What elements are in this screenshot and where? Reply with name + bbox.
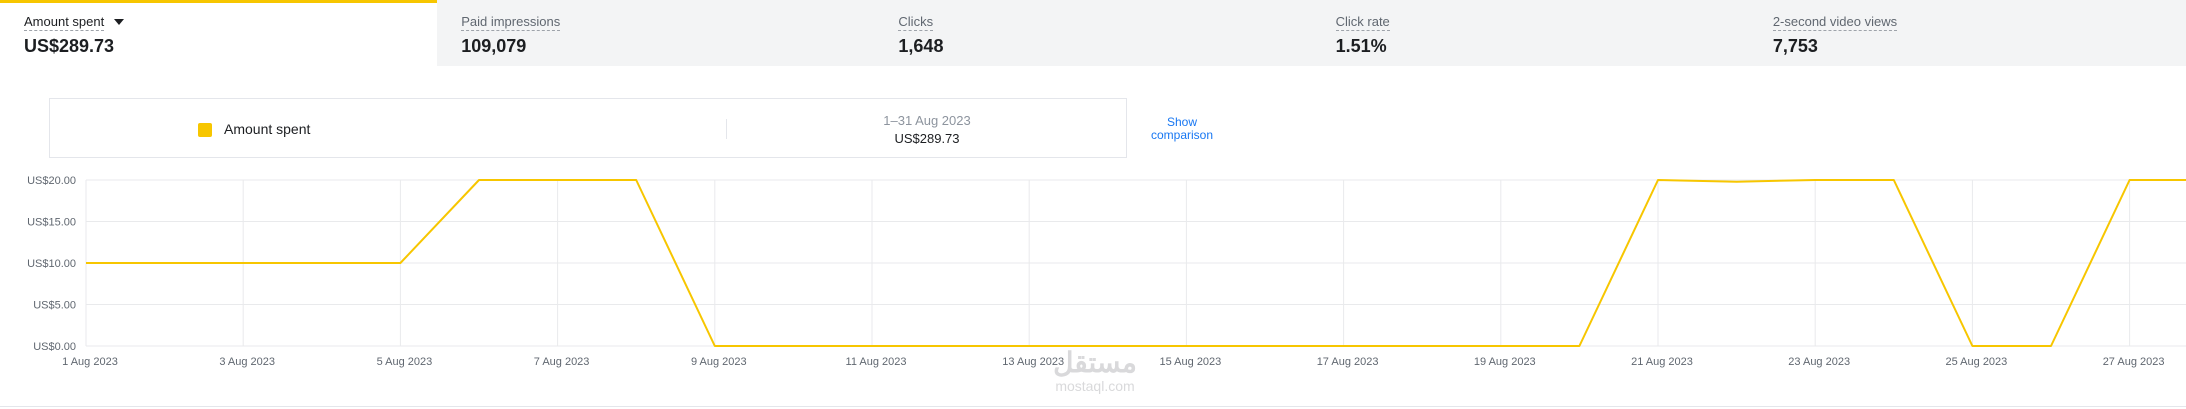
- metric-label: 2-second video views: [1772, 14, 1898, 31]
- metric-label: Amount spent: [24, 14, 105, 31]
- metric-label: Clicks: [898, 14, 934, 31]
- metric-value: 7,753: [1772, 36, 1818, 56]
- metric-label: Click rate: [1335, 14, 1390, 31]
- watermark-arabic: مستقل: [1053, 347, 1137, 378]
- caret-down-icon[interactable]: [114, 18, 125, 25]
- data-point[interactable]: [1024, 341, 1034, 351]
- data-point[interactable]: [710, 341, 720, 351]
- data-point[interactable]: [317, 258, 327, 268]
- data-point[interactable]: [2125, 175, 2135, 185]
- data-point[interactable]: [395, 258, 405, 268]
- data-point[interactable]: [788, 341, 798, 351]
- x-tick-label: 3 Aug 2023: [219, 356, 275, 368]
- legend-series-name: Amount spent: [224, 121, 311, 137]
- data-point[interactable]: [1181, 341, 1191, 351]
- x-tick-label: 5 Aug 2023: [377, 356, 433, 368]
- x-tick-label: 19 Aug 2023: [1474, 356, 1536, 368]
- data-point[interactable]: [1732, 177, 1742, 187]
- metric-value: US$289.73: [24, 36, 115, 56]
- data-point[interactable]: [631, 175, 641, 185]
- data-point[interactable]: [1496, 341, 1506, 351]
- y-tick-label: US$15.00: [27, 217, 76, 229]
- data-point[interactable]: [553, 175, 563, 185]
- metric-tab-paid-impressions[interactable]: Paid impressions 109,079: [437, 0, 874, 66]
- x-tick-label: 15 Aug 2023: [1160, 356, 1222, 368]
- x-tick-label: 25 Aug 2023: [1946, 356, 2008, 368]
- bottom-divider: [0, 406, 2186, 407]
- metric-tab-amount-spent[interactable]: Amount spent US$289.73: [0, 0, 438, 66]
- metric-value: 109,079: [461, 36, 527, 56]
- data-point[interactable]: [1260, 341, 1270, 351]
- metric-label: Paid impressions: [461, 14, 561, 31]
- data-point[interactable]: [1417, 341, 1427, 351]
- metric-value: 1,648: [898, 36, 944, 56]
- y-tick-label: US$5.00: [33, 300, 76, 312]
- legend-total: US$289.73: [894, 131, 960, 146]
- x-tick-label: 23 Aug 2023: [1788, 356, 1850, 368]
- y-tick-label: US$10.00: [27, 258, 76, 270]
- legend-date-range: 1–31 Aug 2023: [883, 113, 971, 128]
- data-point[interactable]: [1889, 175, 1899, 185]
- legend-swatch: [198, 123, 212, 137]
- data-point[interactable]: [160, 258, 170, 268]
- x-tick-label: 27 Aug 2023: [2103, 356, 2165, 368]
- data-point[interactable]: [1810, 175, 1820, 185]
- x-tick-label: 17 Aug 2023: [1317, 356, 1379, 368]
- x-tick-label: 7 Aug 2023: [534, 356, 590, 368]
- x-tick-label: 11 Aug 2023: [846, 356, 907, 368]
- data-point[interactable]: [1574, 341, 1584, 351]
- y-tick-label: US$20.00: [27, 175, 76, 187]
- show-comparison-link[interactable]: Show comparison: [1140, 116, 1224, 142]
- y-tick-label: US$0.00: [33, 341, 76, 353]
- data-point[interactable]: [1653, 175, 1663, 185]
- metrics-tabs: Amount spent US$289.73 Paid impressions …: [0, 0, 2186, 66]
- x-tick-label: 1 Aug 2023: [62, 356, 118, 368]
- data-point[interactable]: [81, 258, 91, 268]
- x-tick-label: 9 Aug 2023: [691, 356, 747, 368]
- data-point[interactable]: [867, 341, 877, 351]
- data-point[interactable]: [1967, 341, 1977, 351]
- metric-tab-clicks[interactable]: Clicks 1,648: [874, 0, 1311, 66]
- data-point[interactable]: [238, 258, 248, 268]
- metric-tab-video-views[interactable]: 2-second video views 7,753: [1749, 0, 2186, 66]
- data-point[interactable]: [1339, 341, 1349, 351]
- metric-value: 1.51%: [1335, 36, 1387, 56]
- chart-legend: Amount spent 1–31 Aug 2023 US$289.73: [49, 98, 1127, 158]
- metric-tab-click-rate[interactable]: Click rate 1.51%: [1312, 0, 1749, 66]
- data-point[interactable]: [2046, 341, 2056, 351]
- data-point[interactable]: [474, 175, 484, 185]
- watermark-latin: mostaql.com: [1055, 378, 1135, 394]
- data-point[interactable]: [946, 341, 956, 351]
- x-tick-label: 21 Aug 2023: [1631, 356, 1693, 368]
- watermark-logo: مستقل mostaql.com: [1040, 347, 1150, 395]
